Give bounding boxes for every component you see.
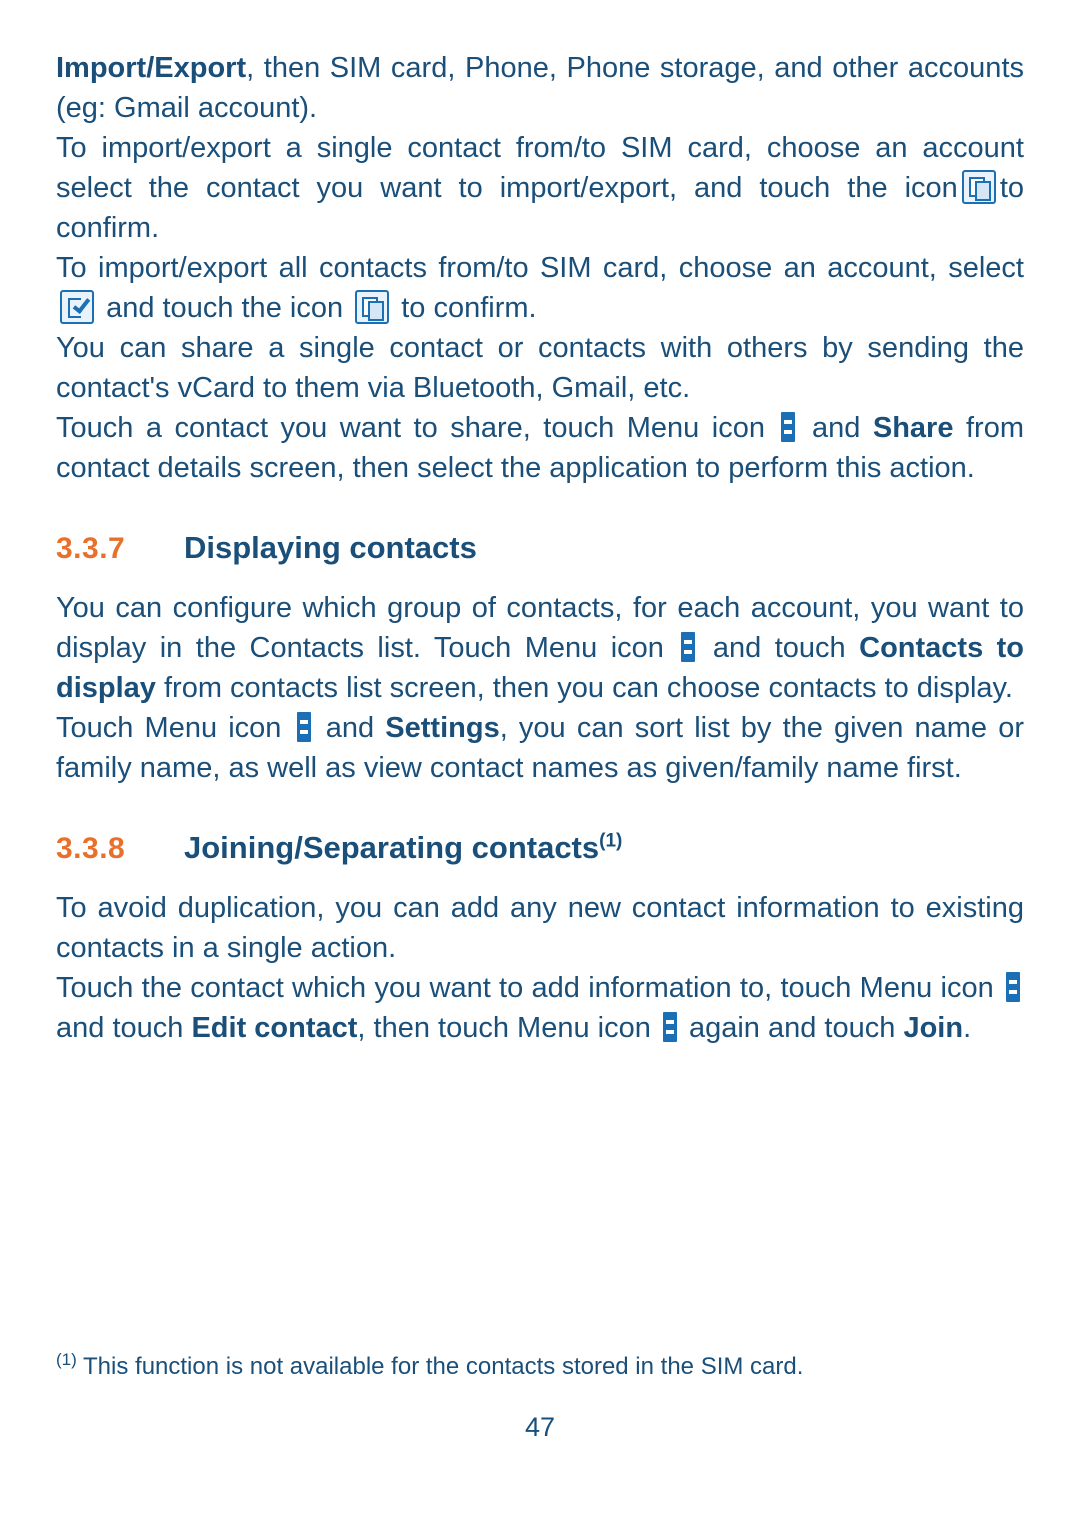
all-contacts-text-b: and touch the icon bbox=[106, 292, 344, 324]
heading-footnote-ref: (1) bbox=[599, 830, 623, 852]
page-number: 47 bbox=[524, 1412, 556, 1442]
heading-displaying-contacts: 3.3.7 Displaying contacts bbox=[56, 530, 1024, 566]
edit-join-text-c: , then touch Menu icon bbox=[357, 1012, 651, 1044]
menu-overflow-icon bbox=[662, 1012, 677, 1042]
configure-group-text-c: from contacts list screen, then you can … bbox=[164, 672, 1013, 704]
touch-share-text-b: and bbox=[811, 412, 861, 444]
import-export-bold: Import/Export bbox=[56, 52, 247, 84]
heading-title-337: Displaying contacts bbox=[184, 530, 477, 565]
paragraph-single-contact: To import/export a single contact from/t… bbox=[56, 128, 1024, 248]
settings-sort-text-b: and bbox=[325, 712, 375, 744]
footnote: (1) This function is not available for t… bbox=[56, 1344, 1024, 1383]
edit-contact-bold: Edit contact bbox=[191, 1012, 358, 1044]
share-vcard-text: You can share a single contact or contac… bbox=[56, 332, 1024, 404]
paragraph-edit-contact-join: Touch the contact which you want to add … bbox=[56, 968, 1024, 1048]
configure-group-text-b: and touch bbox=[712, 632, 846, 664]
copy-icon bbox=[355, 290, 390, 324]
paragraph-touch-share: Touch a contact you want to share, touch… bbox=[56, 408, 1024, 488]
heading-title-338-text: Joining/Separating contacts bbox=[184, 830, 600, 865]
heading-number-338: 3.3.8 bbox=[56, 832, 126, 865]
edit-join-text-e: . bbox=[963, 1012, 972, 1044]
heading-joining-separating: 3.3.8 Joining/Separating contacts(1) bbox=[56, 830, 1024, 866]
menu-overflow-icon bbox=[781, 412, 796, 442]
share-bold: Share bbox=[872, 412, 954, 444]
paragraph-all-contacts: To import/export all contacts from/to SI… bbox=[56, 248, 1024, 328]
checkbox-check-icon bbox=[60, 290, 94, 324]
manual-page: Import/Export, then SIM card, Phone, Pho… bbox=[0, 0, 1080, 1535]
footnote-text: This function is not available for the c… bbox=[83, 1353, 804, 1380]
settings-bold: Settings bbox=[385, 712, 500, 744]
edit-join-text-d: again and touch bbox=[688, 1012, 896, 1044]
paragraph-import-export: Import/Export, then SIM card, Phone, Pho… bbox=[56, 48, 1024, 128]
menu-overflow-icon bbox=[1006, 972, 1021, 1002]
join-bold: Join bbox=[903, 1012, 964, 1044]
edit-join-text-b: and touch bbox=[56, 1012, 184, 1044]
menu-overflow-icon bbox=[681, 632, 696, 662]
edit-join-text-a: Touch the contact which you want to add … bbox=[56, 972, 994, 1004]
single-contact-text-a: To import/export a single contact from/t… bbox=[56, 132, 1024, 204]
heading-title-338: Joining/Separating contacts(1) bbox=[184, 830, 622, 866]
avoid-duplication-text: To avoid duplication, you can add any ne… bbox=[56, 892, 1024, 964]
paragraph-avoid-duplication: To avoid duplication, you can add any ne… bbox=[56, 888, 1024, 968]
copy-icon bbox=[961, 170, 996, 204]
footnote-mark: (1) bbox=[56, 1350, 77, 1369]
all-contacts-text-a: To import/export all contacts from/to SI… bbox=[56, 252, 1024, 284]
touch-share-text-a: Touch a contact you want to share, touch… bbox=[56, 412, 765, 444]
paragraph-share-vcard: You can share a single contact or contac… bbox=[56, 328, 1024, 408]
paragraph-settings-sort: Touch Menu icon and Settings, you can so… bbox=[56, 708, 1024, 788]
paragraph-configure-group: You can configure which group of contact… bbox=[56, 588, 1024, 708]
settings-sort-text-a: Touch Menu icon bbox=[56, 712, 282, 744]
all-contacts-text-c: to confirm. bbox=[401, 292, 537, 324]
heading-number-337: 3.3.7 bbox=[56, 532, 126, 565]
menu-overflow-icon bbox=[296, 712, 311, 742]
